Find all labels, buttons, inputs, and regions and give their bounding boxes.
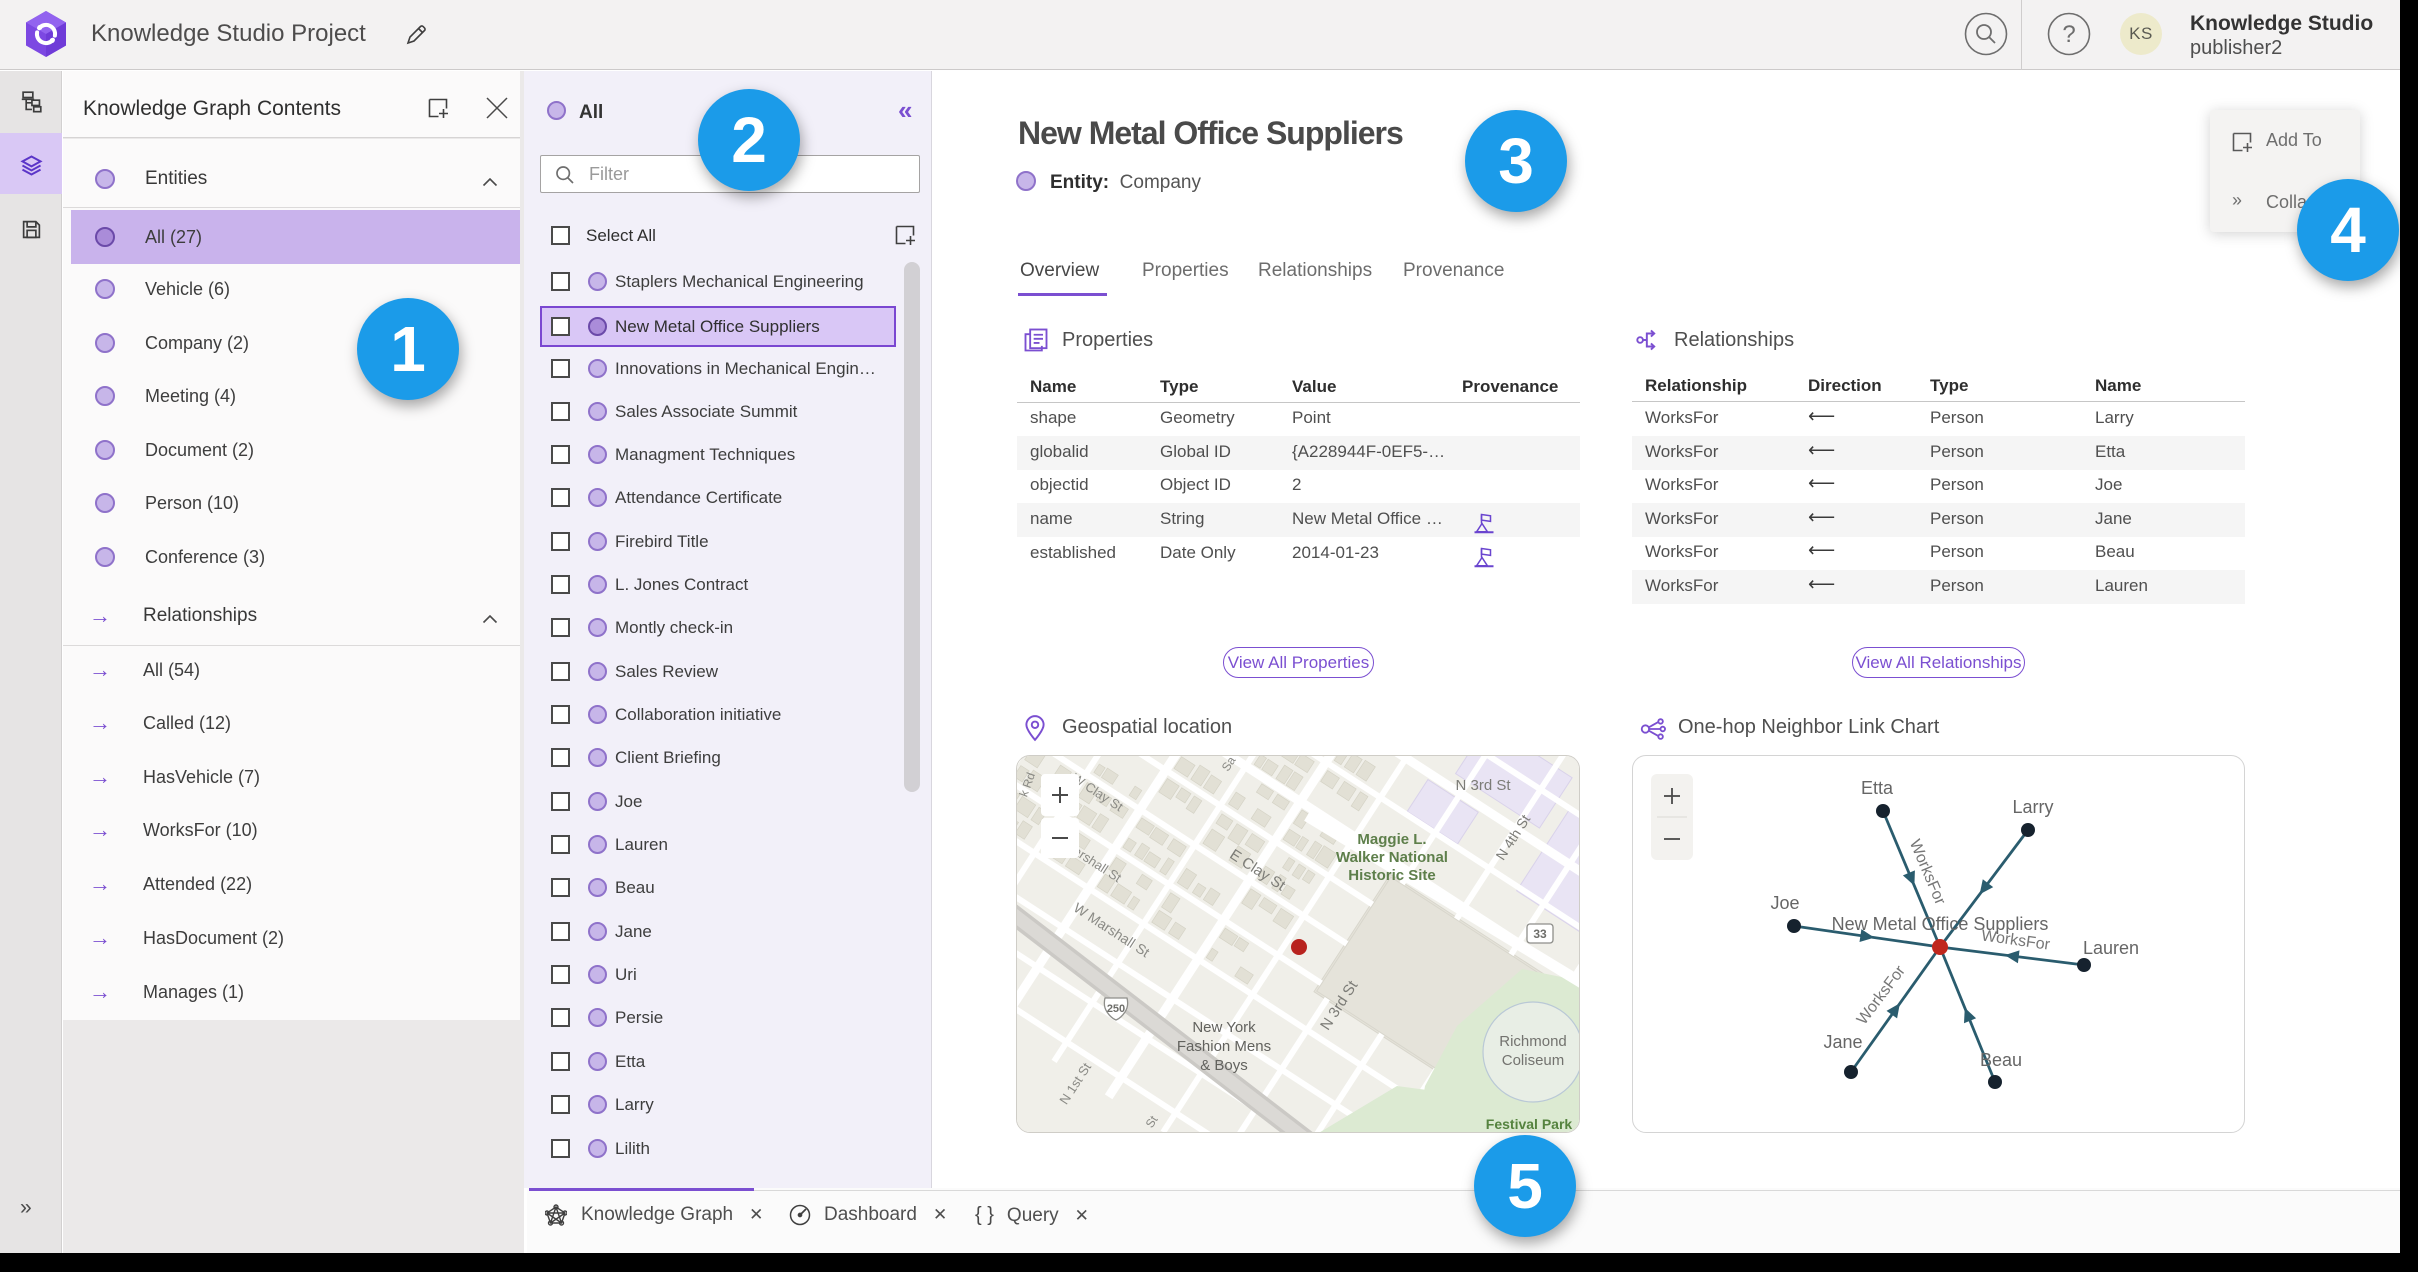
svg-text:Festival Park: Festival Park <box>1486 1116 1573 1132</box>
svg-text:Historic Site: Historic Site <box>1348 867 1436 884</box>
svg-text:Lauren: Lauren <box>2083 938 2139 958</box>
svg-text:?: ? <box>2062 21 2075 48</box>
svg-text:Walker National: Walker National <box>1336 849 1448 866</box>
svg-text:& Boys: & Boys <box>1200 1057 1248 1074</box>
svg-text:Richmond: Richmond <box>1499 1033 1567 1050</box>
svg-text:Etta: Etta <box>1861 778 1894 798</box>
svg-text:Maggie L.: Maggie L. <box>1357 831 1426 848</box>
svg-text:Beau: Beau <box>1980 1050 2022 1070</box>
svg-text:N 3rd St: N 3rd St <box>1455 777 1511 794</box>
svg-text:Fashion Mens: Fashion Mens <box>1177 1038 1271 1055</box>
svg-text:WorksFor: WorksFor <box>1854 962 1910 1028</box>
svg-text:New Metal Office Suppliers: New Metal Office Suppliers <box>1832 914 2049 934</box>
svg-text:33: 33 <box>1533 927 1547 941</box>
svg-text:Larry: Larry <box>2012 797 2053 817</box>
svg-text:Coliseum: Coliseum <box>1502 1052 1565 1069</box>
svg-text:New York: New York <box>1192 1019 1256 1036</box>
svg-text:250: 250 <box>1107 1003 1125 1015</box>
svg-text:Joe: Joe <box>1770 893 1799 913</box>
svg-text:Jane: Jane <box>1823 1032 1862 1052</box>
